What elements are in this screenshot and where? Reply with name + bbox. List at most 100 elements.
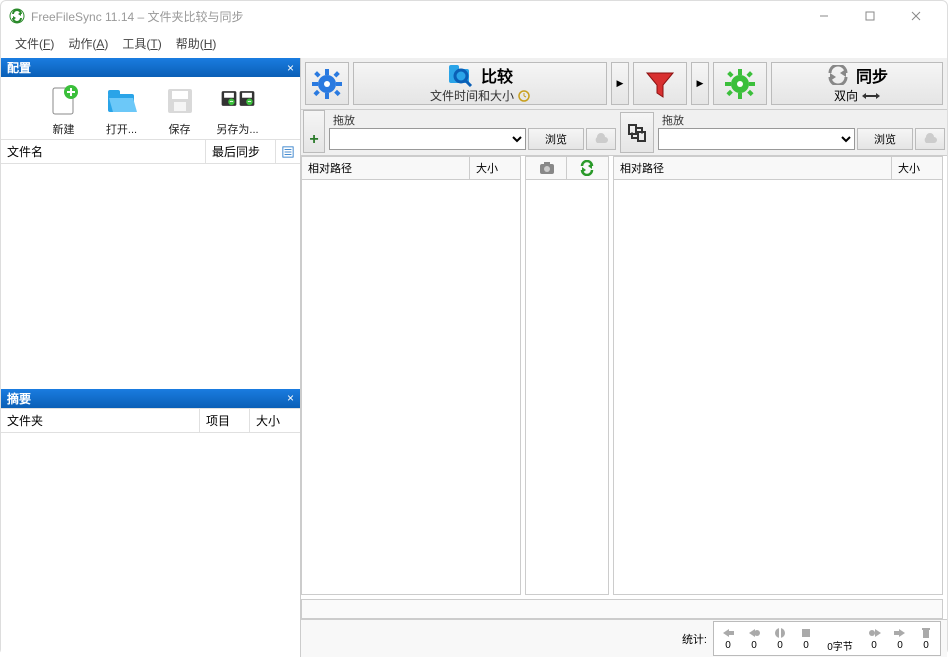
clock-icon xyxy=(518,90,530,102)
right-drop-label: 拖放 xyxy=(658,112,945,128)
open-folder-icon xyxy=(104,83,140,119)
stat-icon-1 xyxy=(721,626,735,640)
cloud-icon xyxy=(592,133,610,145)
menu-tools[interactable]: 工具(T) xyxy=(116,33,167,54)
grid-right-panel: 相对路径 大小 xyxy=(613,156,943,595)
status-bar: 统计: 0 0 0 0 0字节 0 0 0 xyxy=(301,619,947,657)
summary-list-header: 文件夹 项目 大小 xyxy=(1,408,300,433)
open-config-label: 打开... xyxy=(106,121,137,137)
save-as-icon xyxy=(220,83,256,119)
save-as-config-label: 另存为... xyxy=(216,121,258,137)
grid-center-camera-button[interactable] xyxy=(527,157,567,179)
config-panel-close-icon[interactable]: × xyxy=(287,61,294,75)
filter-dropdown-button[interactable]: ▶ xyxy=(691,62,709,105)
titlebar: FreeFileSync 11.14 – 文件夹比较与同步 xyxy=(1,1,947,31)
compare-subline: 文件时间和大小 xyxy=(430,87,514,104)
left-cloud-button[interactable] xyxy=(586,128,616,150)
save-config-label: 保存 xyxy=(169,121,191,137)
save-config-button[interactable]: 保存 xyxy=(157,83,203,137)
compare-settings-button[interactable] xyxy=(305,62,349,105)
grid-left-col-path[interactable]: 相对路径 xyxy=(302,157,470,179)
right-folder-side: 拖放 浏览 xyxy=(656,110,947,155)
left-browse-button[interactable]: 浏览 xyxy=(528,128,584,150)
grid-left-panel: 相对路径 大小 xyxy=(301,156,521,595)
sync-arrows-icon xyxy=(826,65,850,85)
summary-col-folder[interactable]: 文件夹 xyxy=(1,409,200,432)
comparison-grid: 相对路径 大小 相对路径 大小 xyxy=(301,156,947,595)
refresh-icon xyxy=(579,160,595,176)
new-config-label: 新建 xyxy=(53,121,75,137)
menu-actions[interactable]: 动作(A) xyxy=(62,33,114,54)
summary-panel-title: 摘要 xyxy=(7,390,31,407)
sync-button[interactable]: 同步 双向 xyxy=(771,62,943,105)
config-list-body xyxy=(1,164,300,389)
new-file-icon xyxy=(46,83,82,119)
stat-icon-7 xyxy=(919,626,933,640)
sync-settings-button[interactable] xyxy=(713,62,767,105)
menubar: 文件(F) 动作(A) 工具(T) 帮助(H) xyxy=(1,31,947,58)
config-col-name[interactable]: 文件名 xyxy=(1,140,206,163)
grid-right-col-size[interactable]: 大小 xyxy=(892,157,942,179)
swap-icon xyxy=(626,122,648,144)
left-folder-side: 拖放 浏览 xyxy=(327,110,618,155)
summary-panel-header: 摘要 × xyxy=(1,389,300,408)
camera-icon xyxy=(539,161,555,175)
gear-blue-icon xyxy=(311,68,343,100)
summary-panel-close-icon[interactable]: × xyxy=(287,391,294,405)
filter-button[interactable] xyxy=(633,62,687,105)
save-as-config-button[interactable]: 另存为... xyxy=(215,83,261,137)
summary-col-size[interactable]: 大小 xyxy=(250,409,300,432)
compare-button[interactable]: 比较 文件时间和大小 xyxy=(353,62,607,105)
stat-icon-5 xyxy=(867,626,881,640)
swap-sides-button[interactable] xyxy=(620,112,654,153)
stat-val-7: 0 xyxy=(923,640,929,651)
stat-val-4: 0 xyxy=(803,640,809,651)
stat-icon-2 xyxy=(747,626,761,640)
right-browse-button[interactable]: 浏览 xyxy=(857,128,913,150)
grid-center-panel xyxy=(525,156,609,595)
stat-val-3: 0 xyxy=(777,640,783,651)
window-title: FreeFileSync 11.14 – 文件夹比较与同步 xyxy=(31,8,801,25)
sync-label: 同步 xyxy=(856,63,888,87)
left-drop-label: 拖放 xyxy=(329,112,616,128)
grid-left-col-size[interactable]: 大小 xyxy=(470,157,520,179)
stat-icon-3 xyxy=(773,626,787,640)
config-col-options-icon[interactable] xyxy=(276,142,300,162)
grid-right-col-path[interactable]: 相对路径 xyxy=(614,157,892,179)
new-config-button[interactable]: 新建 xyxy=(41,83,87,137)
right-folder-select[interactable] xyxy=(658,128,855,150)
summary-col-items[interactable]: 项目 xyxy=(200,409,250,432)
stat-icon-4 xyxy=(799,626,813,640)
add-folder-pair-button[interactable]: + xyxy=(303,110,325,153)
menu-help[interactable]: 帮助(H) xyxy=(170,33,223,54)
grid-center-refresh-button[interactable] xyxy=(567,157,607,179)
sync-subline: 双向 xyxy=(834,87,858,104)
stat-val-5: 0 xyxy=(871,640,877,651)
compare-dropdown-button[interactable]: ▶ xyxy=(611,62,629,105)
grid-right-body xyxy=(614,180,942,594)
close-button[interactable] xyxy=(893,1,939,31)
config-panel-title: 配置 xyxy=(7,59,31,76)
maximize-button[interactable] xyxy=(847,1,893,31)
\cloud-icon xyxy=(921,133,939,145)
stat-val-1: 0 xyxy=(725,640,731,651)
stat-val-6: 0 xyxy=(897,640,903,651)
config-list-header: 文件名 最后同步 xyxy=(1,139,300,164)
stats-box: 0 0 0 0 0字节 0 0 0 xyxy=(713,621,941,656)
magnifier-folder-icon xyxy=(447,63,475,87)
minimize-button[interactable] xyxy=(801,1,847,31)
menu-file[interactable]: 文件(F) xyxy=(9,33,60,54)
left-folder-select[interactable] xyxy=(329,128,526,150)
config-col-lastsync[interactable]: 最后同步 xyxy=(206,140,276,163)
config-panel-header: 配置 × xyxy=(1,58,300,77)
app-icon xyxy=(9,8,25,24)
config-toolbar: 新建 打开... 保存 另存为... xyxy=(1,77,300,139)
folder-pair-row: + 拖放 浏览 拖放 浏览 xyxy=(301,110,947,156)
gear-green-icon xyxy=(724,68,756,100)
compare-label: 比较 xyxy=(481,63,513,87)
right-cloud-button[interactable] xyxy=(915,128,945,150)
summary-list-body xyxy=(1,433,300,657)
stat-val-bytes: 0字节 xyxy=(827,638,853,653)
bottom-scroll-area[interactable] xyxy=(301,599,943,619)
open-config-button[interactable]: 打开... xyxy=(99,83,145,137)
